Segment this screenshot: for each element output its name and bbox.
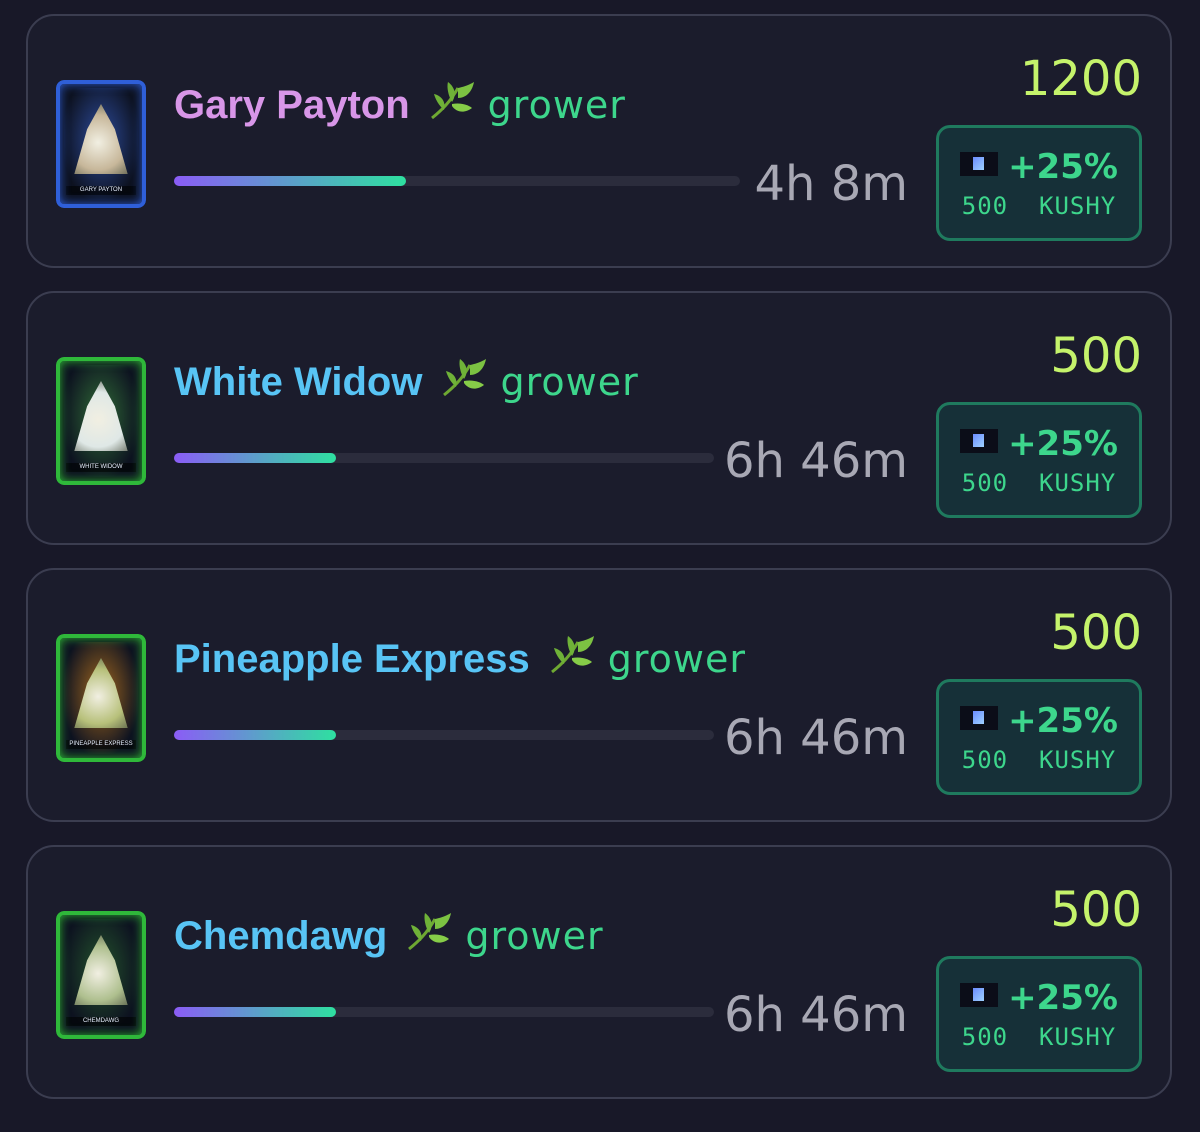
strain-card-image: WHITE WIDOW	[56, 357, 146, 485]
strain-card[interactable]: CHEMDAWG Chemdawg grower 6h 46m 500 +25% …	[26, 845, 1172, 1099]
strain-name-row: Chemdawg grower	[174, 911, 604, 964]
boost-percent: +25%	[1008, 147, 1118, 187]
role-label: grower	[465, 914, 604, 958]
boost-percent: +25%	[1008, 424, 1118, 464]
boost-cost: 500 KUSHY	[961, 746, 1117, 774]
kushy-token-icon	[960, 706, 999, 730]
strain-name: White Widow	[174, 360, 423, 404]
growth-progress-bar	[174, 1007, 714, 1017]
strain-name: Pineapple Express	[174, 637, 530, 681]
boost-cost: 500 KUSHY	[961, 469, 1117, 497]
growth-progress-bar	[174, 730, 714, 740]
strain-name-row: White Widow grower	[174, 357, 639, 410]
strain-name: Chemdawg	[174, 914, 388, 958]
strain-name-row: Gary Payton grower	[174, 80, 626, 133]
harvest-amount: 500	[1050, 328, 1142, 384]
growth-progress-fill	[174, 730, 336, 740]
boost-button[interactable]: +25% 500 KUSHY	[936, 679, 1142, 795]
growth-progress-fill	[174, 176, 407, 186]
strain-card-image: CHEMDAWG	[56, 911, 146, 1039]
kushy-token-icon	[960, 429, 999, 453]
boost-button[interactable]: +25% 500 KUSHY	[936, 402, 1142, 518]
time-remaining: 6h 46m	[723, 433, 908, 489]
boost-button[interactable]: +25% 500 KUSHY	[936, 956, 1142, 1072]
growth-progress-fill	[174, 453, 336, 463]
boost-percent: +25%	[1008, 701, 1118, 741]
time-remaining: 4h 8m	[754, 156, 908, 212]
strain-name: Gary Payton	[174, 83, 410, 127]
role-label: grower	[487, 83, 626, 127]
grower-card-list: GARY PAYTON Gary Payton grower 4h 8m 1200…	[26, 14, 1172, 1122]
strain-name-row: Pineapple Express grower	[174, 634, 746, 687]
growth-progress-bar	[174, 453, 714, 463]
boost-cost: 500 KUSHY	[961, 1023, 1117, 1051]
time-remaining: 6h 46m	[723, 710, 908, 766]
strain-card[interactable]: GARY PAYTON Gary Payton grower 4h 8m 1200…	[26, 14, 1172, 268]
herb-leaf-icon	[440, 357, 488, 410]
boost-cost: 500 KUSHY	[961, 192, 1117, 220]
herb-leaf-icon	[548, 634, 596, 687]
role-label: grower	[500, 360, 639, 404]
herb-leaf-icon	[405, 911, 453, 964]
strain-card[interactable]: PINEAPPLE EXPRESS Pineapple Express growe…	[26, 568, 1172, 822]
role-label: grower	[607, 637, 746, 681]
harvest-amount: 500	[1050, 605, 1142, 661]
strain-card-image: PINEAPPLE EXPRESS	[56, 634, 146, 762]
strain-card[interactable]: WHITE WIDOW White Widow grower 6h 46m 500…	[26, 291, 1172, 545]
kushy-token-icon	[960, 983, 999, 1007]
time-remaining: 6h 46m	[723, 987, 908, 1043]
growth-progress-bar	[174, 176, 740, 186]
boost-button[interactable]: +25% 500 KUSHY	[936, 125, 1142, 241]
strain-card-image: GARY PAYTON	[56, 80, 146, 208]
harvest-amount: 500	[1050, 882, 1142, 938]
growth-progress-fill	[174, 1007, 336, 1017]
harvest-amount: 1200	[1019, 51, 1142, 107]
kushy-token-icon	[960, 152, 999, 176]
herb-leaf-icon	[428, 80, 476, 133]
boost-percent: +25%	[1008, 978, 1118, 1018]
